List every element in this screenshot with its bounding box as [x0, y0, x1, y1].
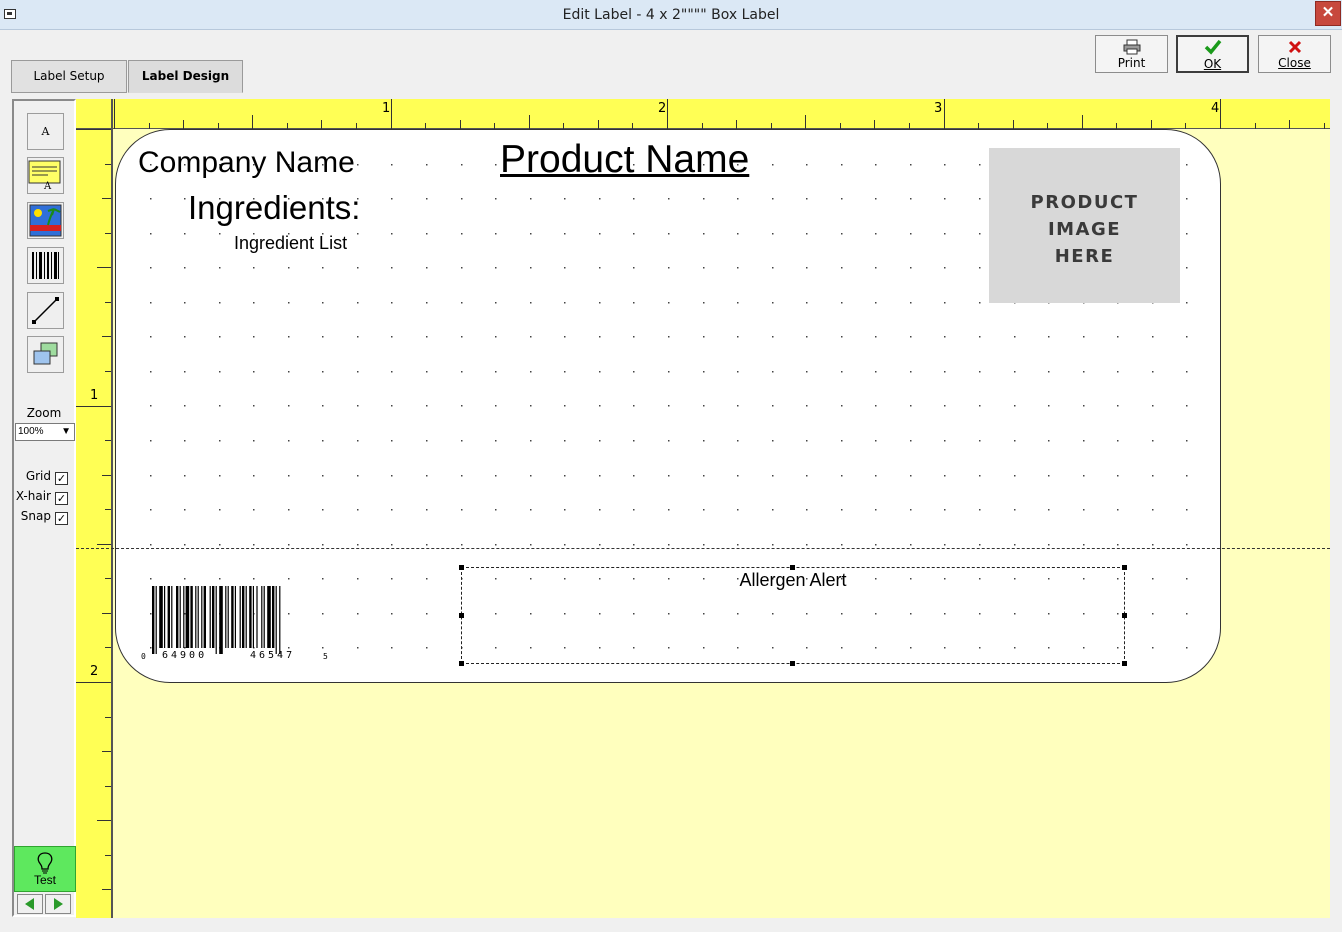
ruler-top-number: 4: [1211, 101, 1220, 116]
close-icon: ✕: [1321, 4, 1335, 21]
xhair-label: X-hair: [15, 489, 51, 503]
barcode-icon: [32, 252, 59, 279]
resize-handle[interactable]: [1122, 565, 1127, 570]
tool-panel: A A Zoom 100% ▼ Grid ✓ X-hair ✓ Snap ✓ T…: [12, 99, 76, 917]
snap-option[interactable]: Snap ✓: [21, 509, 68, 525]
shape-tool-button[interactable]: [27, 336, 64, 373]
tab-label-design[interactable]: Label Design: [128, 60, 243, 93]
ingredient-list-field[interactable]: Ingredient List: [234, 233, 347, 254]
print-button[interactable]: Print: [1095, 35, 1168, 73]
label-area[interactable]: Company Name Ingredients: Ingredient Lis…: [115, 129, 1221, 683]
text-box-tool-button[interactable]: A: [27, 157, 64, 194]
window-title: Edit Label - 4 x 2"""" Box Label: [562, 7, 780, 23]
product-image-line: PRODUCT: [1030, 192, 1139, 213]
allergen-alert-field[interactable]: Allergen Alert: [459, 565, 1127, 666]
ruler-left-number: 2: [90, 664, 99, 679]
snap-label: Snap: [20, 509, 51, 523]
barcode-check-digit: 5: [323, 652, 328, 661]
allergen-alert-text: Allergen Alert: [739, 570, 847, 590]
ok-label: OK: [1203, 57, 1222, 71]
title-bar: Edit Label - 4 x 2"""" Box Label ✕: [0, 0, 1342, 30]
product-image-line: IMAGE: [1047, 219, 1122, 240]
nav-arrows: [16, 894, 74, 916]
top-ruler: 1 2 3 4: [76, 99, 1330, 129]
zoom-select[interactable]: 100% ▼: [15, 423, 75, 441]
chevron-down-icon: ▼: [61, 426, 71, 437]
snap-checkbox[interactable]: ✓: [55, 512, 68, 525]
red-x-icon: [1259, 38, 1330, 56]
window-close-button[interactable]: ✕: [1315, 1, 1341, 26]
picture-icon: [29, 204, 62, 237]
printer-icon: [1096, 38, 1167, 56]
barcode-left-digits: 64900: [162, 650, 208, 661]
zoom-value: 100%: [18, 426, 44, 437]
ruler-top-number: 1: [382, 101, 391, 116]
test-button[interactable]: Test: [14, 846, 76, 892]
close-label: Close: [1278, 56, 1311, 70]
product-name-field[interactable]: Product Name: [500, 138, 749, 182]
ingredients-heading-field[interactable]: Ingredients:: [188, 189, 360, 227]
line-icon: [32, 297, 59, 324]
xhair-option[interactable]: X-hair ✓: [16, 489, 68, 505]
tab-label-setup[interactable]: Label Setup: [11, 60, 127, 93]
resize-handle[interactable]: [459, 661, 464, 666]
previous-button[interactable]: [17, 894, 43, 914]
line-tool-button[interactable]: [27, 292, 64, 329]
next-button[interactable]: [45, 894, 71, 914]
resize-handle[interactable]: [1122, 661, 1127, 666]
arrow-right-icon: [54, 898, 63, 910]
grid-label: Grid: [25, 469, 51, 483]
crosshair-line: [76, 548, 1330, 549]
text-tool-icon: A: [41, 125, 50, 138]
image-tool-button[interactable]: [27, 202, 64, 239]
resize-handle[interactable]: [790, 565, 795, 570]
xhair-checkbox[interactable]: ✓: [55, 492, 68, 505]
ruler-left-number: 1: [90, 388, 99, 403]
text-tool-button[interactable]: A: [27, 113, 64, 150]
resize-handle[interactable]: [790, 661, 795, 666]
print-label: Print: [1117, 56, 1146, 70]
ruler-top-number: 2: [658, 101, 667, 116]
close-button[interactable]: Close: [1258, 35, 1331, 73]
design-canvas[interactable]: 1 2 3 4 1 2 Company Name Ingredients: In…: [76, 99, 1330, 918]
zoom-label: Zoom: [26, 406, 62, 420]
grid-checkbox[interactable]: ✓: [55, 472, 68, 485]
left-ruler: 1 2: [76, 129, 113, 918]
product-image-placeholder[interactable]: PRODUCT IMAGE HERE: [989, 148, 1180, 303]
barcode-field[interactable]: 0 64900 46547 5: [141, 578, 334, 663]
lightbulb-icon: [37, 852, 53, 874]
resize-handle[interactable]: [459, 613, 464, 618]
ok-button[interactable]: OK: [1176, 35, 1249, 73]
resize-handle[interactable]: [459, 565, 464, 570]
ruler-top-number: 3: [934, 101, 943, 116]
sticky-note-icon: A: [28, 160, 61, 192]
arrow-left-icon: [25, 898, 34, 910]
svg-text:A: A: [43, 181, 52, 192]
product-image-line: HERE: [1054, 246, 1115, 267]
barcode-right-digits: 46547: [250, 650, 296, 661]
ruler-corner: [76, 99, 113, 129]
checkmark-icon: [1178, 39, 1247, 57]
grid-option[interactable]: Grid ✓: [26, 469, 68, 485]
barcode-tool-button[interactable]: [27, 247, 64, 284]
resize-handle[interactable]: [1122, 613, 1127, 618]
company-name-field[interactable]: Company Name: [138, 146, 355, 180]
test-label: Test: [33, 873, 56, 887]
barcode-lead-digit: 0: [141, 652, 146, 661]
shapes-icon: [33, 342, 58, 365]
